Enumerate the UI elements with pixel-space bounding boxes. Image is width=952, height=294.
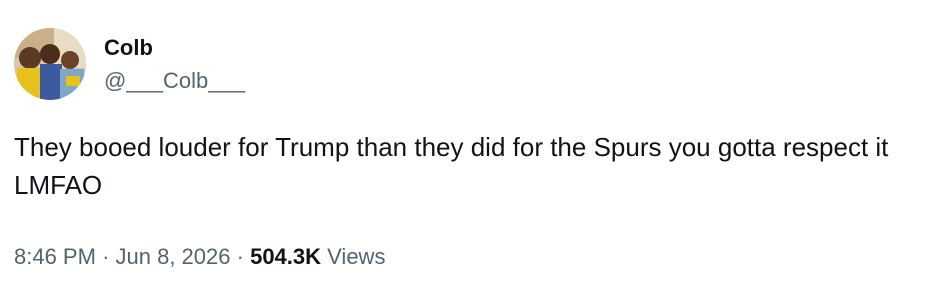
meta-separator: · xyxy=(102,244,110,269)
tweet-text: They booed louder for Trump than they di… xyxy=(14,132,896,200)
avatar-photo-icon xyxy=(14,28,86,100)
tweet-meta: 8:46 PM · Jun 8, 2026 · 504.3K Views xyxy=(14,242,385,272)
tweet-header: Colb @___Colb___ xyxy=(14,28,245,100)
tweet-time[interactable]: 8:46 PM xyxy=(14,244,96,269)
tweet-card: Colb @___Colb___ They booed louder for T… xyxy=(0,0,952,294)
avatar[interactable] xyxy=(14,28,86,100)
tweet-date[interactable]: Jun 8, 2026 xyxy=(116,244,231,269)
user-names: Colb @___Colb___ xyxy=(104,34,245,96)
meta-separator: · xyxy=(236,244,244,269)
display-name[interactable]: Colb xyxy=(104,34,245,62)
views-count[interactable]: 504.3K xyxy=(250,244,321,269)
user-handle[interactable]: @___Colb___ xyxy=(104,66,245,96)
views-label: Views xyxy=(327,244,386,269)
